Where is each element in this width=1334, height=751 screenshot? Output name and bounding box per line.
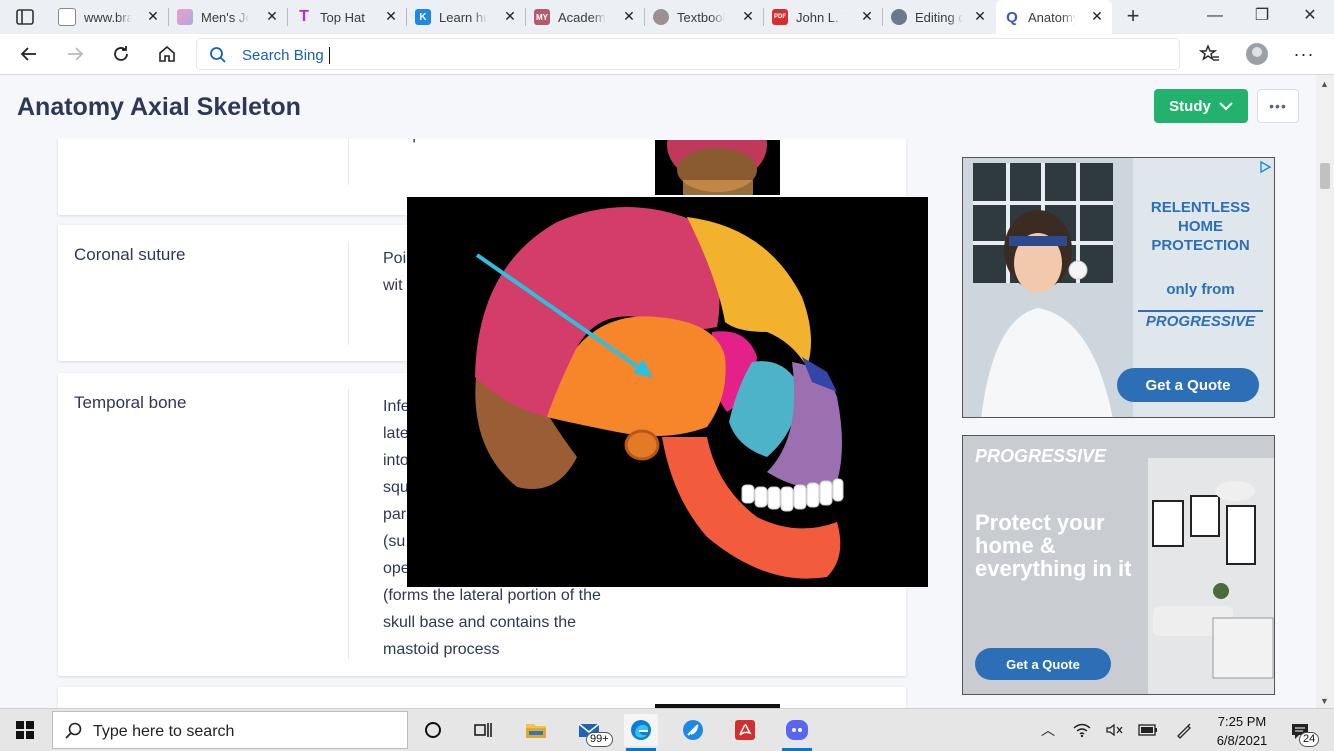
profile-avatar[interactable] [1245, 42, 1269, 66]
notification-count-badge: 24 [1299, 732, 1320, 747]
forward-button[interactable] [63, 42, 87, 66]
search-placeholder: Search Bing [242, 47, 324, 64]
textbook-icon [653, 9, 669, 25]
new-tab-button[interactable]: + [1122, 5, 1144, 28]
get-quote-button[interactable]: Get a Quote [1117, 368, 1259, 402]
tab-3[interactable]: T Top Hat ✕ [288, 0, 406, 34]
refresh-button[interactable] [109, 42, 133, 66]
app-blue-feather-icon[interactable] [676, 714, 710, 746]
chevron-down-icon [1219, 102, 1233, 111]
ad-only-from: only from [1166, 281, 1235, 298]
close-icon[interactable]: ✕ [265, 9, 279, 23]
close-icon[interactable]: ✕ [1090, 9, 1104, 23]
site-icon [177, 9, 193, 25]
mail-unread-badge: 99+ [586, 732, 613, 747]
close-icon[interactable]: ✕ [384, 9, 398, 23]
enlarged-skull-image[interactable] [407, 197, 928, 587]
tab-actions-icon[interactable] [14, 7, 36, 27]
address-bar: Search Bing ··· [0, 34, 1334, 75]
search-input[interactable]: Search Bing [196, 38, 1180, 70]
quizlet-icon: Q [1004, 9, 1020, 26]
tab-1[interactable]: www.bra ✕ [50, 0, 168, 34]
acrobat-icon[interactable] [728, 714, 762, 746]
settings-more-icon[interactable]: ··· [1292, 42, 1316, 66]
file-explorer-icon[interactable] [519, 714, 553, 746]
tab-strip: www.bra ✕ Men's Je ✕ T Top Hat ✕ K Learn… [0, 0, 1334, 34]
study-button[interactable]: Study [1154, 89, 1248, 123]
mail-icon[interactable]: 99+ [572, 714, 613, 747]
tab-2[interactable]: Men's Je ✕ [169, 0, 287, 34]
page-icon [58, 8, 76, 26]
wifi-icon[interactable] [1071, 719, 1093, 741]
show-hidden-icons-chevron-up-icon[interactable]: ︿ [1037, 719, 1059, 741]
ad-progressive-2[interactable]: PROGRESSIVE Protect your home & everythi… [962, 435, 1275, 695]
taskbar-clock[interactable]: 7:25 PM 6/8/2021 [1210, 712, 1274, 750]
back-button[interactable] [17, 42, 41, 66]
ad-progressive-1[interactable]: RELENTLESS HOME PROTECTION only from PRO… [962, 157, 1275, 418]
tophat-icon: T [299, 8, 309, 25]
battery-icon[interactable] [1137, 719, 1159, 741]
favorites-icon[interactable] [1198, 42, 1222, 66]
editing-icon [891, 9, 907, 25]
edge-browser-icon[interactable] [624, 714, 658, 751]
volume-muted-icon[interactable] [1103, 719, 1125, 741]
clock-date: 6/8/2021 [1216, 733, 1268, 748]
close-window-button[interactable]: ✕ [1298, 6, 1322, 28]
skull-thumbnail[interactable] [655, 140, 780, 195]
page-scrollbar[interactable]: ▲ ▼ [1316, 75, 1334, 708]
tab-anatomy-active[interactable]: Q Anatomy ✕ [996, 0, 1112, 34]
tab-5[interactable]: MY Academ ✕ [526, 0, 644, 34]
windows-start-icon[interactable] [0, 709, 50, 751]
discord-icon[interactable] [780, 714, 814, 751]
pdf-icon: PDF [772, 9, 788, 25]
get-quote-button[interactable]: Get a Quote [975, 648, 1111, 680]
close-icon[interactable]: ✕ [860, 9, 874, 23]
pen-ink-icon[interactable] [1173, 719, 1195, 741]
cortana-icon[interactable] [416, 714, 450, 746]
minimize-button[interactable]: — [1203, 6, 1227, 28]
restore-button[interactable]: ❐ [1250, 6, 1274, 28]
ad-headline: RELENTLESS HOME PROTECTION [1150, 199, 1251, 254]
tab-4[interactable]: K Learn hu ✕ [407, 0, 525, 34]
page-title: Anatomy Axial Skeleton [17, 93, 301, 121]
tab-8[interactable]: Editing c ✕ [883, 0, 995, 34]
close-icon[interactable]: ✕ [973, 9, 987, 23]
ad-brand: PROGRESSIVE [1138, 310, 1263, 330]
ad-brand: PROGRESSIVE [975, 446, 1107, 466]
my-icon: MY [534, 9, 550, 25]
card-term: Temporal bone [74, 393, 187, 412]
home-button[interactable] [155, 42, 179, 66]
search-icon [65, 722, 82, 739]
task-view-icon[interactable] [466, 714, 500, 746]
close-icon[interactable]: ✕ [503, 9, 517, 23]
tab-6[interactable]: Textbool ✕ [645, 0, 763, 34]
taskbar-search-box[interactable]: Type here to search [52, 711, 408, 749]
card-term: Coronal suture [74, 245, 186, 264]
tab-7[interactable]: PDF John L. T ✕ [764, 0, 882, 34]
close-icon[interactable]: ✕ [146, 9, 160, 23]
action-center-notifications-icon[interactable]: 24 [1289, 720, 1320, 747]
ad-headline: Protect your home & everything in it [975, 510, 1132, 581]
windows-taskbar: Type here to search 99+ ︿ 7:25 PM 6/8/20… [0, 708, 1334, 751]
set-header: Anatomy Axial Skeleton Study ••• [0, 75, 1316, 139]
more-options-button[interactable]: ••• [1257, 89, 1299, 123]
search-icon [210, 47, 226, 63]
kenhub-icon: K [415, 9, 431, 25]
flashcard-4 [58, 687, 906, 708]
close-icon[interactable]: ✕ [622, 9, 636, 23]
close-icon[interactable]: ✕ [741, 9, 755, 23]
clock-time: 7:25 PM [1217, 714, 1267, 729]
